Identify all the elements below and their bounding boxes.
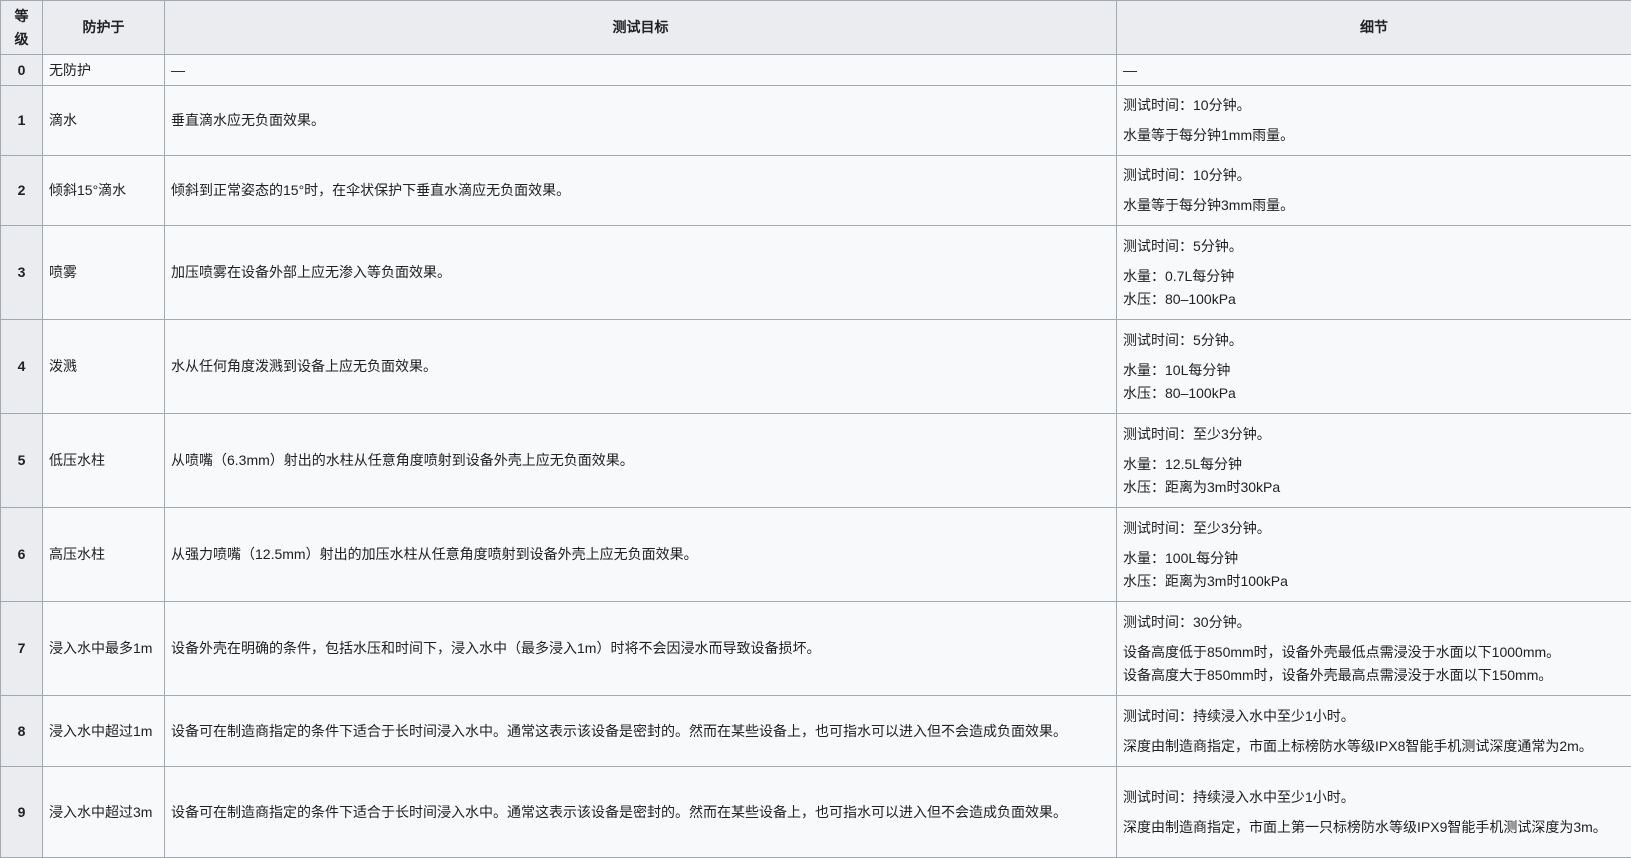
detail-paragraph: — bbox=[1123, 59, 1625, 82]
detail-paragraph: 测试时间：持续浸入水中至少1小时。 bbox=[1123, 786, 1625, 809]
detail-paragraph: 水量：100L每分钟水压：距离为3m时100kPa bbox=[1123, 547, 1625, 593]
level-cell: 9 bbox=[1, 767, 43, 858]
detail-line: 水量：10L每分钟 bbox=[1123, 359, 1625, 382]
target-cell: 设备可在制造商指定的条件下适合于长时间浸入水中。通常这表示该设备是密封的。然而在… bbox=[165, 767, 1117, 858]
target-cell: — bbox=[165, 55, 1117, 86]
target-cell: 从强力喷嘴（12.5mm）射出的加压水柱从任意角度喷射到设备外壳上应无负面效果。 bbox=[165, 508, 1117, 602]
ip-water-rating-table: 等级 防护于 测试目标 细节 0无防护——1滴水垂直滴水应无负面效果。测试时间：… bbox=[0, 0, 1631, 858]
detail-line: 测试时间：持续浸入水中至少1小时。 bbox=[1123, 786, 1625, 809]
target-cell: 加压喷雾在设备外部上应无渗入等负面效果。 bbox=[165, 226, 1117, 320]
detail-line: 测试时间：持续浸入水中至少1小时。 bbox=[1123, 705, 1625, 728]
detail-paragraph: 水量等于每分钟1mm雨量。 bbox=[1123, 124, 1625, 147]
detail-line: 测试时间：至少3分钟。 bbox=[1123, 517, 1625, 540]
detail-cell: 测试时间：持续浸入水中至少1小时。深度由制造商指定，市面上标榜防水等级IPX8智… bbox=[1117, 696, 1631, 767]
detail-line: 水量：12.5L每分钟 bbox=[1123, 453, 1625, 476]
table-row: 2倾斜15°滴水倾斜到正常姿态的15°时，在伞状保护下垂直水滴应无负面效果。测试… bbox=[1, 156, 1631, 226]
table-row: 5低压水柱从喷嘴（6.3mm）射出的水柱从任意角度喷射到设备外壳上应无负面效果。… bbox=[1, 414, 1631, 508]
level-cell: 6 bbox=[1, 508, 43, 602]
detail-line: 水量等于每分钟3mm雨量。 bbox=[1123, 194, 1625, 217]
protect-cell: 浸入水中超过1m bbox=[43, 696, 165, 767]
level-cell: 3 bbox=[1, 226, 43, 320]
detail-paragraph: 测试时间：持续浸入水中至少1小时。 bbox=[1123, 705, 1625, 728]
detail-line: 水量等于每分钟1mm雨量。 bbox=[1123, 124, 1625, 147]
header-detail[interactable]: 细节 bbox=[1117, 1, 1631, 55]
detail-paragraph: 测试时间：5分钟。 bbox=[1123, 235, 1625, 258]
detail-paragraph: 水量：0.7L每分钟水压：80–100kPa bbox=[1123, 265, 1625, 311]
target-cell: 水从任何角度泼溅到设备上应无负面效果。 bbox=[165, 320, 1117, 414]
level-cell: 5 bbox=[1, 414, 43, 508]
level-cell: 2 bbox=[1, 156, 43, 226]
detail-line: 测试时间：5分钟。 bbox=[1123, 235, 1625, 258]
detail-paragraph: 测试时间：10分钟。 bbox=[1123, 164, 1625, 187]
protect-cell: 泼溅 bbox=[43, 320, 165, 414]
level-cell: 4 bbox=[1, 320, 43, 414]
detail-paragraph: 测试时间：至少3分钟。 bbox=[1123, 517, 1625, 540]
detail-line: 测试时间：10分钟。 bbox=[1123, 164, 1625, 187]
protect-cell: 滴水 bbox=[43, 86, 165, 156]
detail-cell: 测试时间：至少3分钟。水量：100L每分钟水压：距离为3m时100kPa bbox=[1117, 508, 1631, 602]
detail-paragraph: 水量：10L每分钟水压：80–100kPa bbox=[1123, 359, 1625, 405]
detail-cell: 测试时间：5分钟。水量：0.7L每分钟水压：80–100kPa bbox=[1117, 226, 1631, 320]
header-protect[interactable]: 防护于 bbox=[43, 1, 165, 55]
protect-cell: 喷雾 bbox=[43, 226, 165, 320]
detail-cell: — bbox=[1117, 55, 1631, 86]
table-row: 1滴水垂直滴水应无负面效果。测试时间：10分钟。水量等于每分钟1mm雨量。 bbox=[1, 86, 1631, 156]
detail-paragraph: 测试时间：30分钟。 bbox=[1123, 611, 1625, 634]
detail-cell: 测试时间：10分钟。水量等于每分钟3mm雨量。 bbox=[1117, 156, 1631, 226]
protect-cell: 浸入水中最多1m bbox=[43, 602, 165, 696]
level-cell: 7 bbox=[1, 602, 43, 696]
table-row: 6高压水柱从强力喷嘴（12.5mm）射出的加压水柱从任意角度喷射到设备外壳上应无… bbox=[1, 508, 1631, 602]
protect-cell: 低压水柱 bbox=[43, 414, 165, 508]
header-target[interactable]: 测试目标 bbox=[165, 1, 1117, 55]
detail-line: 测试时间：至少3分钟。 bbox=[1123, 423, 1625, 446]
table-row: 7浸入水中最多1m设备外壳在明确的条件，包括水压和时间下，浸入水中（最多浸入1m… bbox=[1, 602, 1631, 696]
detail-line: 设备高度低于850mm时，设备外壳最低点需浸没于水面以下1000mm。 bbox=[1123, 641, 1625, 664]
target-cell: 垂直滴水应无负面效果。 bbox=[165, 86, 1117, 156]
detail-line: 测试时间：30分钟。 bbox=[1123, 611, 1625, 634]
detail-line: 深度由制造商指定，市面上标榜防水等级IPX8智能手机测试深度通常为2m。 bbox=[1123, 735, 1625, 758]
detail-cell: 测试时间：10分钟。水量等于每分钟1mm雨量。 bbox=[1117, 86, 1631, 156]
detail-paragraph: 设备高度低于850mm时，设备外壳最低点需浸没于水面以下1000mm。设备高度大… bbox=[1123, 641, 1625, 687]
detail-cell: 测试时间：持续浸入水中至少1小时。深度由制造商指定，市面上第一只标榜防水等级IP… bbox=[1117, 767, 1631, 858]
detail-paragraph: 深度由制造商指定，市面上标榜防水等级IPX8智能手机测试深度通常为2m。 bbox=[1123, 735, 1625, 758]
detail-line: — bbox=[1123, 59, 1625, 82]
protect-cell: 倾斜15°滴水 bbox=[43, 156, 165, 226]
level-cell: 0 bbox=[1, 55, 43, 86]
detail-cell: 测试时间：至少3分钟。水量：12.5L每分钟水压：距离为3m时30kPa bbox=[1117, 414, 1631, 508]
detail-line: 测试时间：10分钟。 bbox=[1123, 94, 1625, 117]
detail-paragraph: 测试时间：10分钟。 bbox=[1123, 94, 1625, 117]
target-cell: 设备外壳在明确的条件，包括水压和时间下，浸入水中（最多浸入1m）时将不会因浸水而… bbox=[165, 602, 1117, 696]
detail-line: 深度由制造商指定，市面上第一只标榜防水等级IPX9智能手机测试深度为3m。 bbox=[1123, 816, 1625, 839]
detail-line: 水压：80–100kPa bbox=[1123, 382, 1625, 405]
level-cell: 8 bbox=[1, 696, 43, 767]
table-row: 9浸入水中超过3m设备可在制造商指定的条件下适合于长时间浸入水中。通常这表示该设… bbox=[1, 767, 1631, 858]
detail-paragraph: 水量等于每分钟3mm雨量。 bbox=[1123, 194, 1625, 217]
target-cell: 从喷嘴（6.3mm）射出的水柱从任意角度喷射到设备外壳上应无负面效果。 bbox=[165, 414, 1117, 508]
table-row: 0无防护—— bbox=[1, 55, 1631, 86]
target-cell: 设备可在制造商指定的条件下适合于长时间浸入水中。通常这表示该设备是密封的。然而在… bbox=[165, 696, 1117, 767]
table-row: 8浸入水中超过1m设备可在制造商指定的条件下适合于长时间浸入水中。通常这表示该设… bbox=[1, 696, 1631, 767]
detail-line: 测试时间：5分钟。 bbox=[1123, 329, 1625, 352]
detail-line: 水压：80–100kPa bbox=[1123, 288, 1625, 311]
header-row: 等级 防护于 测试目标 细节 bbox=[1, 1, 1631, 55]
detail-paragraph: 测试时间：5分钟。 bbox=[1123, 329, 1625, 352]
detail-cell: 测试时间：30分钟。设备高度低于850mm时，设备外壳最低点需浸没于水面以下10… bbox=[1117, 602, 1631, 696]
detail-paragraph: 深度由制造商指定，市面上第一只标榜防水等级IPX9智能手机测试深度为3m。 bbox=[1123, 816, 1625, 839]
level-cell: 1 bbox=[1, 86, 43, 156]
detail-line: 水压：距离为3m时30kPa bbox=[1123, 476, 1625, 499]
detail-line: 设备高度大于850mm时，设备外壳最高点需浸没于水面以下150mm。 bbox=[1123, 664, 1625, 687]
target-cell: 倾斜到正常姿态的15°时，在伞状保护下垂直水滴应无负面效果。 bbox=[165, 156, 1117, 226]
detail-line: 水压：距离为3m时100kPa bbox=[1123, 570, 1625, 593]
protect-cell: 无防护 bbox=[43, 55, 165, 86]
protect-cell: 浸入水中超过3m bbox=[43, 767, 165, 858]
table-row: 4泼溅水从任何角度泼溅到设备上应无负面效果。测试时间：5分钟。水量：10L每分钟… bbox=[1, 320, 1631, 414]
detail-paragraph: 测试时间：至少3分钟。 bbox=[1123, 423, 1625, 446]
detail-line: 水量：100L每分钟 bbox=[1123, 547, 1625, 570]
table-row: 3喷雾加压喷雾在设备外部上应无渗入等负面效果。测试时间：5分钟。水量：0.7L每… bbox=[1, 226, 1631, 320]
header-level[interactable]: 等级 bbox=[1, 1, 43, 55]
detail-line: 水量：0.7L每分钟 bbox=[1123, 265, 1625, 288]
detail-paragraph: 水量：12.5L每分钟水压：距离为3m时30kPa bbox=[1123, 453, 1625, 499]
protect-cell: 高压水柱 bbox=[43, 508, 165, 602]
detail-cell: 测试时间：5分钟。水量：10L每分钟水压：80–100kPa bbox=[1117, 320, 1631, 414]
